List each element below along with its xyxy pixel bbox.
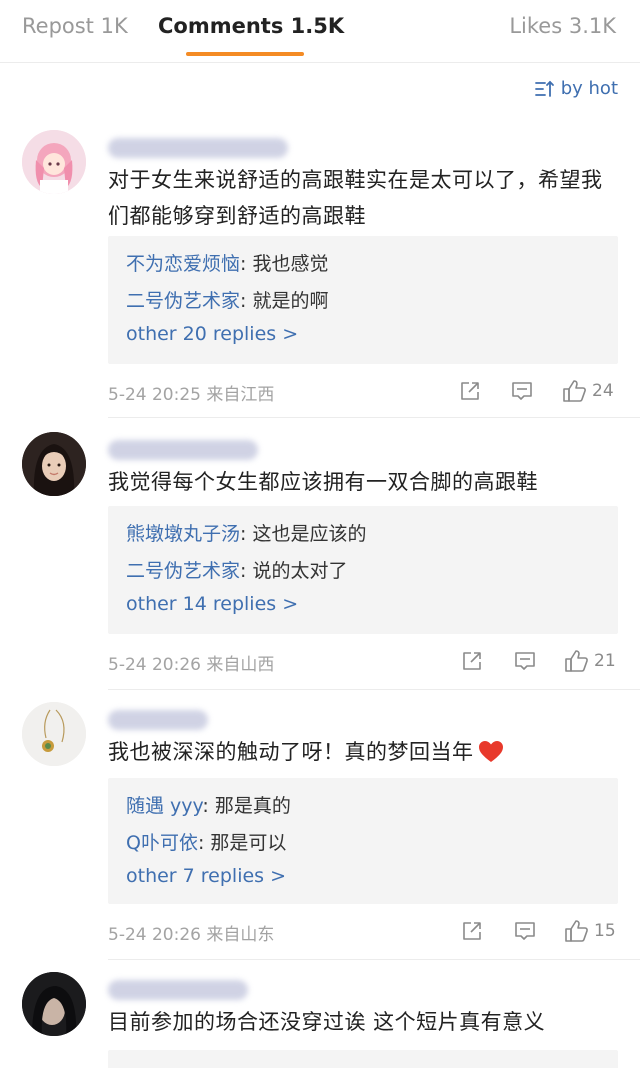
avatar[interactable] — [22, 130, 86, 194]
tab-repost[interactable]: Repost 1K — [22, 14, 128, 38]
avatar[interactable] — [22, 702, 86, 766]
active-tab-indicator — [186, 52, 304, 56]
reply-item: 随遇 yyy: 那是真的 — [126, 791, 291, 818]
reply-text: : 就是的啊 — [240, 290, 329, 312]
reply-item: 熊墩墩丸子汤: 这也是应该的 — [126, 519, 366, 546]
heart-icon — [478, 741, 503, 762]
username-blurred[interactable] — [108, 138, 288, 158]
reply-preview[interactable]: 随遇 yyy: 那是真的 Q卟可依: 那是可以 other 7 replies … — [108, 778, 618, 904]
tab-comments[interactable]: Comments 1.5K — [158, 14, 344, 38]
tab-bar: Repost 1K Comments 1.5K Likes 3.1K — [0, 0, 640, 63]
like-button[interactable]: 21 — [564, 648, 616, 674]
comment-meta: 5-24 20:26 来自山西 — [108, 655, 275, 675]
reply-preview[interactable] — [108, 1050, 618, 1068]
tab-likes[interactable]: Likes 3.1K — [509, 14, 616, 38]
reply-item: 不为恋爱烦恼: 我也感觉 — [126, 249, 328, 276]
more-replies-link[interactable]: other 20 replies > — [126, 323, 298, 345]
share-icon[interactable] — [460, 649, 484, 673]
sort-label: by hot — [560, 78, 618, 99]
like-count: 15 — [594, 921, 616, 941]
comment-icon[interactable] — [513, 919, 537, 943]
more-replies-link[interactable]: other 14 replies > — [126, 593, 298, 615]
avatar-image — [22, 702, 86, 766]
comment-text: 我觉得每个女生都应该拥有一双合脚的高跟鞋 — [108, 470, 538, 494]
sort-button[interactable]: by hot — [534, 78, 618, 99]
comment-text-row: 我也被深深的触动了呀！真的梦回当年 — [108, 734, 618, 770]
like-count: 24 — [592, 381, 614, 401]
thumbs-up-icon — [565, 650, 588, 672]
more-replies-link[interactable]: other 7 replies > — [126, 865, 286, 887]
like-button[interactable]: 15 — [564, 918, 616, 944]
like-count: 21 — [594, 651, 616, 671]
comment-meta: 5-24 20:26 来自山东 — [108, 925, 275, 945]
reply-item: 二号伪艺术家: 就是的啊 — [126, 286, 328, 313]
comment-meta: 5-24 20:25 来自江西 — [108, 385, 275, 405]
sort-icon — [534, 80, 554, 97]
reply-username[interactable]: 熊墩墩丸子汤 — [126, 523, 240, 545]
reply-username[interactable]: 二号伪艺术家 — [126, 560, 240, 582]
reply-text: : 这也是应该的 — [240, 523, 367, 545]
share-icon[interactable] — [458, 379, 482, 403]
reply-text: : 那是真的 — [202, 795, 291, 817]
reply-item: Q卟可依: 那是可以 — [126, 828, 286, 855]
avatar-image — [22, 972, 86, 1036]
comment-item: 目前参加的场合还没穿过诶 这个短片真有意义 — [0, 960, 640, 1068]
reply-username[interactable]: Q卟可依 — [126, 832, 198, 854]
thumbs-up-icon — [563, 380, 586, 402]
avatar-image — [22, 130, 86, 194]
reply-username[interactable]: 随遇 yyy — [126, 795, 202, 817]
comment-text: 目前参加的场合还没穿过诶 这个短片真有意义 — [108, 1010, 546, 1034]
comment-icon[interactable] — [510, 379, 534, 403]
avatar[interactable] — [22, 972, 86, 1036]
reply-preview[interactable]: 不为恋爱烦恼: 我也感觉 二号伪艺术家: 就是的啊 other 20 repli… — [108, 236, 618, 364]
reply-text: : 那是可以 — [197, 832, 287, 854]
avatar-image — [22, 432, 86, 496]
share-icon[interactable] — [460, 919, 484, 943]
username-blurred[interactable] — [108, 980, 248, 1000]
reply-username[interactable]: 二号伪艺术家 — [126, 290, 240, 312]
thumbs-up-icon — [565, 920, 588, 942]
comment-item: 我觉得每个女生都应该拥有一双合脚的高跟鞋 熊墩墩丸子汤: 这也是应该的 二号伪艺… — [0, 418, 640, 690]
like-button[interactable]: 24 — [562, 378, 614, 404]
comment-icon[interactable] — [513, 649, 537, 673]
reply-item: 二号伪艺术家: 说的太对了 — [126, 556, 347, 583]
reply-text: : 说的太对了 — [240, 560, 348, 582]
avatar[interactable] — [22, 432, 86, 496]
username-blurred[interactable] — [108, 440, 258, 460]
comment-text: 我也被深深的触动了呀！真的梦回当年 — [108, 740, 474, 764]
comment-text: 对于女生来说舒适的高跟鞋实在是太可以了，希望我们都能够穿到舒适的高跟鞋 — [108, 168, 603, 228]
comment-item: 我也被深深的触动了呀！真的梦回当年 随遇 yyy: 那是真的 Q卟可依: 那是可… — [0, 690, 640, 960]
reply-username[interactable]: 不为恋爱烦恼 — [126, 253, 240, 275]
reply-text: : 我也感觉 — [240, 253, 329, 275]
reply-preview[interactable]: 熊墩墩丸子汤: 这也是应该的 二号伪艺术家: 说的太对了 other 14 re… — [108, 506, 618, 634]
username-blurred[interactable] — [108, 710, 208, 730]
comment-item: 对于女生来说舒适的高跟鞋实在是太可以了，希望我们都能够穿到舒适的高跟鞋 不为恋爱… — [0, 112, 640, 418]
